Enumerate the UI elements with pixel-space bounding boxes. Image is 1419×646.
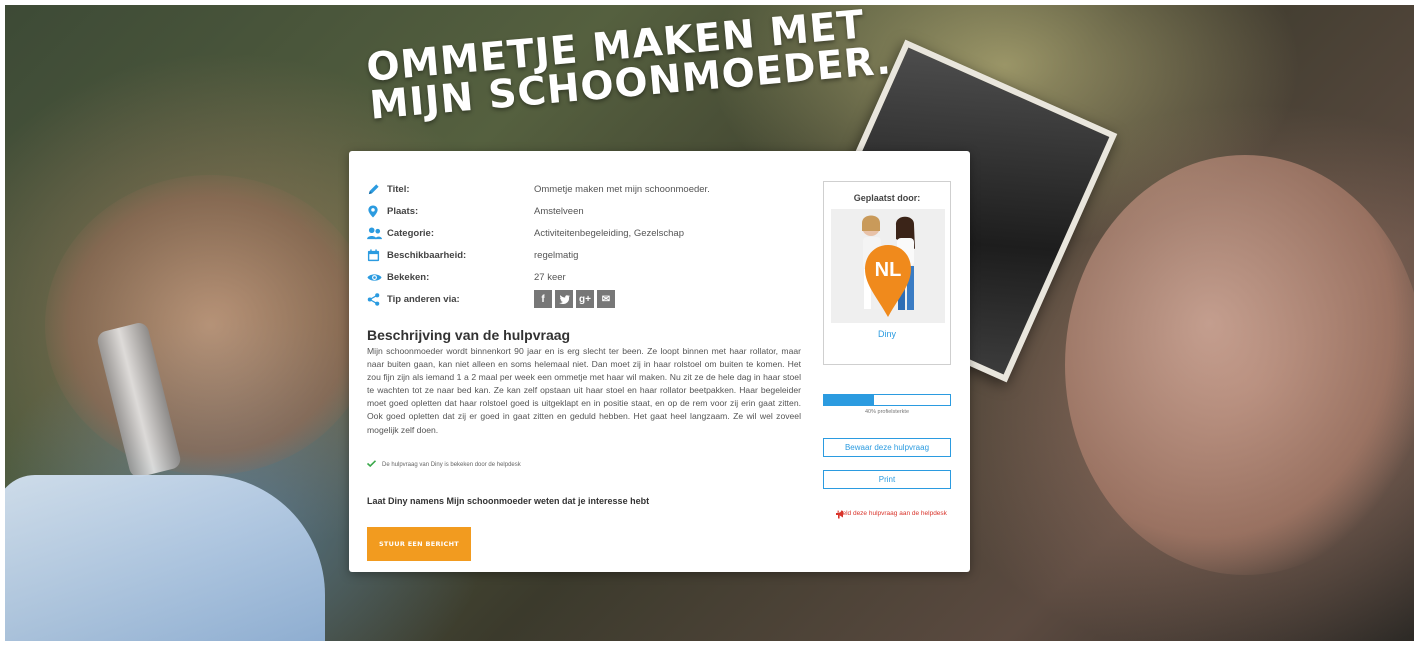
request-card: Titel: Ommetje maken met mijn schoonmoed…	[349, 151, 970, 572]
detail-value: Activiteitenbegeleiding, Gezelschap	[534, 227, 684, 239]
twitter-icon[interactable]	[555, 290, 573, 308]
detail-value: Ommetje maken met mijn schoonmoeder.	[534, 183, 710, 195]
detail-label: Plaats:	[387, 205, 419, 217]
calendar-icon	[367, 248, 387, 262]
detail-value: Amstelveen	[534, 205, 584, 217]
description-text: Mijn schoonmoeder wordt binnenkort 90 ja…	[367, 346, 801, 435]
profile-strength-bar	[823, 394, 951, 406]
send-message-button[interactable]: STUUR EEN BERICHT	[367, 527, 471, 561]
share-buttons: f g+ ✉	[534, 290, 615, 308]
megaphone-icon	[835, 510, 845, 524]
profile-strength-label: 40% profielsterkte	[864, 409, 910, 415]
detail-label: Tip anderen via:	[387, 293, 460, 305]
print-button[interactable]: Print	[823, 470, 951, 489]
eye-icon	[367, 272, 387, 283]
detail-row-share: Tip anderen via: f g+ ✉	[367, 288, 787, 310]
detail-label: Bekeken:	[387, 271, 430, 283]
report-link[interactable]: Meld deze hulpvraag aan de helpdesk	[836, 508, 947, 520]
contact-prompt: Laat Diny namens Mijn schoonmoeder weten…	[367, 496, 650, 506]
detail-row-title: Titel: Ommetje maken met mijn schoonmoed…	[367, 178, 787, 200]
detail-row-views: Bekeken: 27 keer	[367, 266, 787, 288]
reviewed-text: De hulpvraag van Diny is bekeken door de…	[382, 461, 521, 468]
checkmark-icon	[366, 460, 377, 469]
users-icon	[367, 226, 387, 240]
share-icon	[367, 292, 387, 306]
email-icon[interactable]: ✉	[597, 290, 615, 308]
save-request-button[interactable]: Bewaar deze hulpvraag	[823, 438, 951, 457]
pencil-icon	[367, 183, 387, 196]
detail-label: Beschikbaarheid:	[387, 249, 467, 261]
poster-box: Geplaatst door: NL Diny	[823, 181, 951, 365]
nl-badge-text: NL	[875, 259, 902, 281]
detail-label: Categorie:	[387, 227, 434, 239]
map-pin-icon	[367, 204, 387, 218]
poster-title: Geplaatst door:	[853, 193, 921, 203]
request-details: Titel: Ommetje maken met mijn schoonmoed…	[367, 178, 787, 310]
profile-strength-fill	[824, 395, 875, 405]
poster-name-link[interactable]: Diny	[824, 329, 950, 339]
description-title: Beschrijving van de hulpvraag	[367, 327, 571, 343]
reviewed-notice: De hulpvraag van Diny is bekeken door de…	[366, 460, 521, 469]
avatar[interactable]: NL	[831, 209, 945, 323]
facebook-icon[interactable]: f	[534, 290, 552, 308]
detail-label: Titel:	[387, 183, 410, 195]
detail-row-category: Categorie: Activiteitenbegeleiding, Geze…	[367, 222, 787, 244]
detail-value: 27 keer	[534, 271, 566, 283]
background-hand-right	[1065, 155, 1414, 575]
report-link-text: Meld deze hulpvraag aan de helpdesk	[837, 510, 947, 517]
detail-row-location: Plaats: Amstelveen	[367, 200, 787, 222]
detail-row-availability: Beschikbaarheid: regelmatig	[367, 244, 787, 266]
background-hand-left	[45, 175, 375, 475]
background-sleeve	[5, 475, 325, 641]
detail-value: regelmatig	[534, 249, 579, 261]
google-plus-icon[interactable]: g+	[576, 290, 594, 308]
